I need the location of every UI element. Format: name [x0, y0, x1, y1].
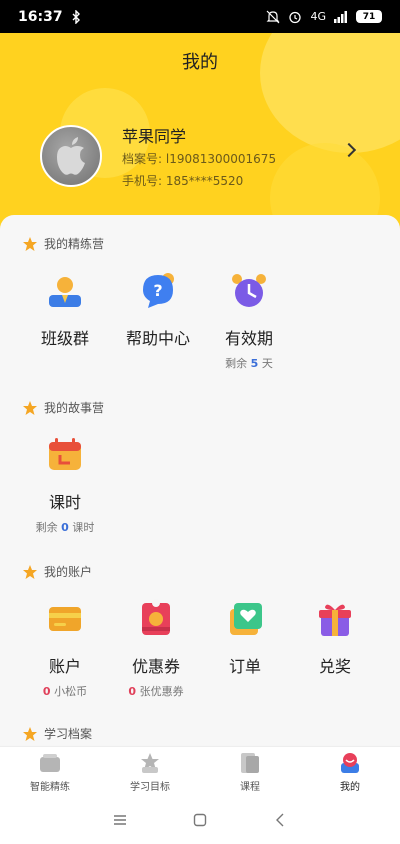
status-time: 16:37 — [18, 8, 63, 25]
profile-header: 我的 苹果同学 档案号: l19081300001675 手机号: 185***… — [0, 33, 400, 243]
lesson-hours-item[interactable]: 课时 剩余 0 课时 — [15, 435, 115, 535]
gift-icon — [319, 604, 351, 636]
coupon-icon — [142, 599, 170, 635]
page-title: 我的 — [182, 52, 218, 73]
mine-icon — [341, 752, 359, 773]
phone-label: 手机号: — [122, 174, 166, 188]
account-balance: 0 小松币 — [15, 683, 115, 699]
validity-remaining: 剩余 5 天 — [199, 355, 299, 371]
star-icon — [23, 564, 37, 579]
avatar[interactable] — [40, 125, 102, 187]
tab-label: 智能精练 — [30, 781, 70, 793]
coupon-count: 0 张优惠券 — [106, 683, 206, 699]
validity-item[interactable]: 有效期 剩余 5 天 — [199, 271, 299, 371]
courses-icon — [241, 752, 259, 773]
section-title-text: 我的账户 — [44, 565, 93, 579]
tab-learning-goal[interactable]: 学习目标 — [100, 747, 200, 796]
tab-mine[interactable]: 我的 — [300, 747, 400, 796]
section-title-text: 我的精练营 — [44, 237, 105, 251]
order-label: 订单 — [228, 657, 261, 676]
bluetooth-icon — [72, 9, 80, 24]
signal-label: 4G — [310, 10, 326, 23]
user-name: 苹果同学 — [122, 127, 187, 146]
signal-icon — [334, 10, 347, 23]
balance-unit: 小松币 — [54, 685, 88, 698]
tab-label: 学习目标 — [130, 781, 170, 793]
status-bar: 16:37 4G 71 — [0, 0, 400, 33]
remaining-suffix: 天 — [261, 357, 273, 370]
prize-label: 兑奖 — [318, 657, 351, 676]
star-icon — [23, 726, 37, 741]
lesson-hours-label: 课时 — [48, 493, 81, 512]
card-icon — [49, 607, 81, 631]
star-icon — [23, 400, 37, 415]
coupon-count-value: 0 — [128, 685, 137, 698]
back-icon[interactable] — [268, 808, 292, 832]
svg-text:?: ? — [153, 281, 162, 300]
apple-logo-icon — [57, 137, 85, 175]
remaining-prefix: 剩余 — [225, 357, 248, 370]
prize-item[interactable]: 兑奖 — [285, 599, 385, 677]
alarm-icon — [289, 11, 302, 23]
order-icon — [230, 603, 262, 635]
bottom-tab-bar: 智能精练 学习目标 课程 我的 — [0, 746, 400, 796]
help-center-label: 帮助中心 — [125, 329, 190, 348]
coupon-label: 优惠券 — [131, 657, 180, 676]
remaining-prefix: 剩余 — [35, 521, 58, 534]
content-panel: 我的精练营 班级群 ? 帮助中心 有效期 剩余 5 天 我的故事营 课时 剩余 … — [0, 215, 400, 745]
class-group-item[interactable]: 班级群 — [15, 271, 115, 349]
file-number-row: 档案号: l19081300001675 — [122, 150, 276, 167]
balance-value: 0 — [42, 685, 51, 698]
remaining-suffix: 课时 — [72, 521, 95, 534]
tab-label: 课程 — [240, 781, 260, 793]
learning-goal-icon — [141, 752, 159, 773]
class-group-icon — [49, 277, 81, 307]
section-title-camp: 我的精练营 — [22, 235, 104, 252]
file-number-label: 档案号: — [122, 152, 166, 166]
status-right: 4G 71 — [266, 10, 382, 24]
battery-icon: 71 — [356, 10, 382, 23]
tab-smart-practice[interactable]: 智能精练 — [0, 747, 100, 796]
coupon-item[interactable]: 优惠券 0 张优惠券 — [106, 599, 206, 699]
section-title-text: 学习档案 — [44, 727, 93, 741]
section-title-account: 我的账户 — [22, 563, 92, 580]
alarm-clock-icon — [232, 274, 266, 307]
account-item[interactable]: 账户 0 小松币 — [15, 599, 115, 699]
screen: 16:37 4G 71 我的 苹果同学 档案号: l19081300001675… — [0, 0, 400, 844]
account-label: 账户 — [48, 657, 81, 676]
calendar-icon — [49, 438, 81, 470]
tab-courses[interactable]: 课程 — [200, 747, 300, 796]
section-title-story: 我的故事营 — [22, 399, 104, 416]
home-icon[interactable] — [188, 808, 212, 832]
menu-icon[interactable] — [108, 808, 132, 832]
remaining-hours: 0 — [61, 521, 69, 534]
star-icon — [23, 236, 37, 251]
coupon-count-unit: 张优惠券 — [139, 685, 184, 698]
class-group-label: 班级群 — [40, 329, 89, 348]
validity-label: 有效期 — [224, 329, 273, 348]
file-number-value: l19081300001675 — [165, 152, 277, 166]
help-center-item[interactable]: ? 帮助中心 — [108, 271, 208, 349]
section-title-archive: 学习档案 — [22, 725, 92, 742]
mute-icon — [267, 10, 280, 23]
phone-row: 手机号: 185****5520 — [122, 172, 243, 189]
section-title-text: 我的故事营 — [44, 401, 105, 415]
lesson-hours-remaining: 剩余 0 课时 — [15, 519, 115, 535]
remaining-days: 5 — [250, 357, 259, 370]
system-nav-bar — [0, 796, 400, 844]
order-item[interactable]: 订单 — [195, 599, 295, 677]
status-left: 16:37 — [18, 9, 81, 25]
smart-practice-icon — [40, 753, 60, 772]
phone-value: 185****5520 — [165, 174, 244, 188]
help-icon: ? — [143, 273, 174, 308]
tab-label: 我的 — [340, 781, 360, 793]
